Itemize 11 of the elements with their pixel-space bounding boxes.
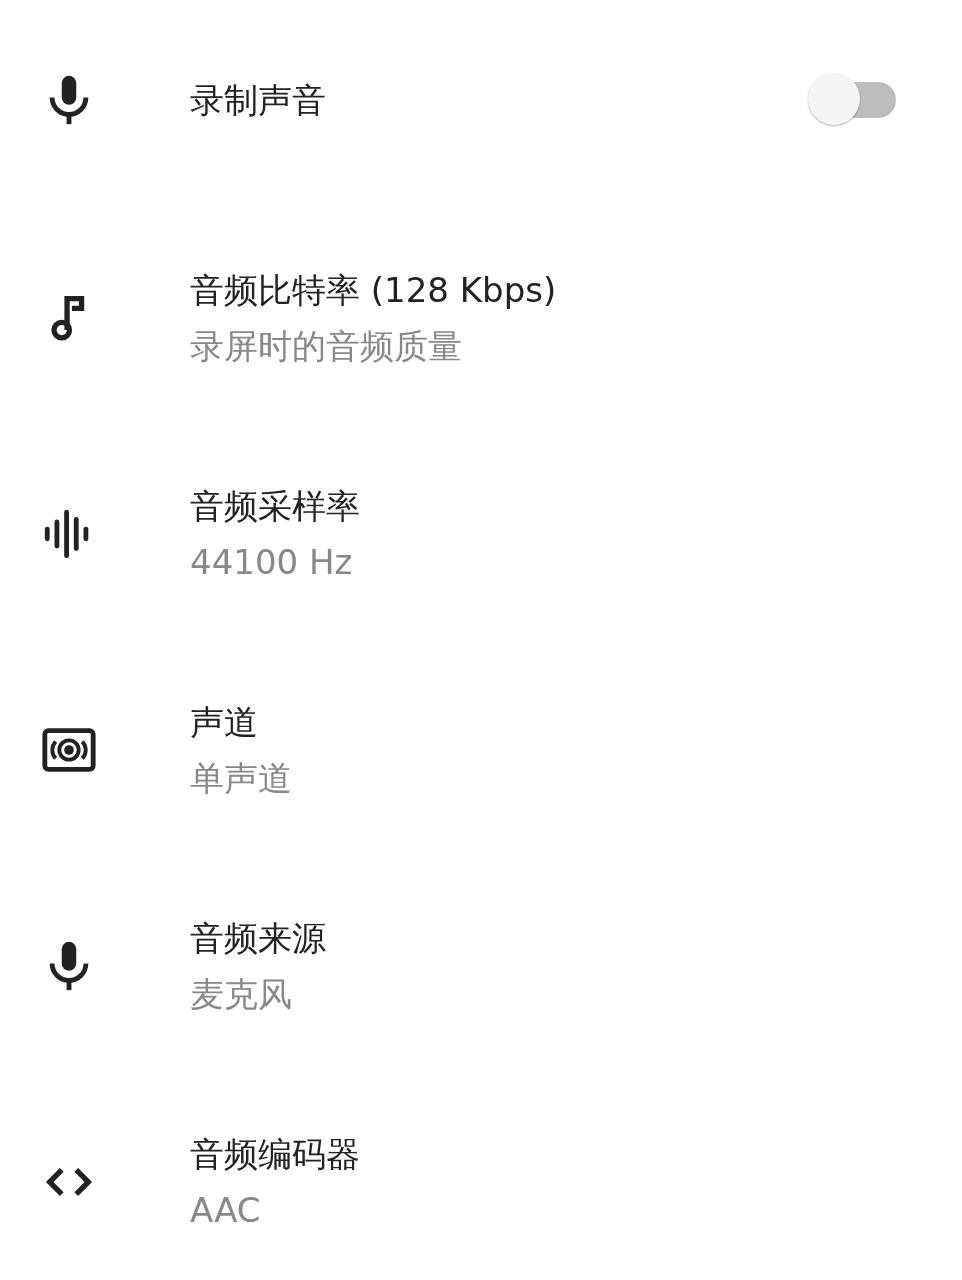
setting-title: 音频比特率 (128 Kbps)	[190, 269, 558, 312]
setting-value: 44100 Hz	[190, 541, 354, 584]
setting-value: AAC	[190, 1189, 262, 1232]
setting-value: 麦克风	[190, 973, 293, 1016]
setting-value: 录屏时的音频质量	[190, 325, 463, 368]
setting-title: 录制声音	[190, 79, 327, 122]
setting-title: 音频来源	[190, 917, 327, 960]
setting-title: 音频编码器	[190, 1133, 361, 1176]
setting-title: 音频采样率	[190, 485, 361, 528]
setting-value: 单声道	[190, 757, 293, 800]
setting-title: 声道	[190, 701, 259, 744]
